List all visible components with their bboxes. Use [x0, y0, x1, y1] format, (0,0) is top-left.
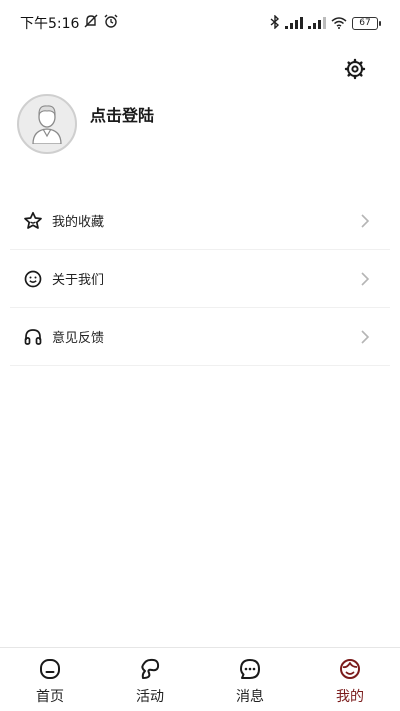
bottom-tab-bar: 首页 活动 消息 我的 — [0, 647, 400, 711]
tab-messages[interactable]: 消息 — [200, 648, 300, 711]
status-time: 下午5:16 — [20, 16, 80, 32]
status-left: 下午5:16 — [20, 13, 119, 33]
tab-label: 消息 — [236, 689, 264, 705]
wifi-icon — [331, 14, 347, 33]
settings-button[interactable] — [343, 58, 367, 84]
tab-profile[interactable]: 我的 — [300, 648, 400, 711]
home-icon — [38, 657, 62, 681]
alarm-icon — [103, 13, 119, 33]
login-prompt[interactable]: 点击登陆 — [90, 102, 154, 126]
mute-icon — [83, 13, 99, 33]
signal-icon-2 — [308, 14, 326, 33]
menu-item-label: 我的收藏 — [52, 215, 105, 230]
message-icon — [238, 657, 262, 681]
gear-icon — [344, 58, 366, 84]
headphones-icon — [22, 326, 44, 348]
menu-item-favorites[interactable]: 我的收藏 — [10, 192, 390, 250]
tab-activity[interactable]: 活动 — [100, 648, 200, 711]
menu-item-label: 意见反馈 — [52, 331, 105, 346]
menu-item-feedback[interactable]: 意见反馈 — [10, 308, 390, 366]
tab-label: 首页 — [36, 689, 64, 705]
avatar[interactable] — [17, 94, 77, 154]
tab-home[interactable]: 首页 — [0, 648, 100, 711]
star-icon — [22, 210, 44, 232]
chevron-right-icon — [358, 271, 372, 287]
profile-icon — [338, 657, 362, 681]
activity-icon — [138, 657, 162, 681]
smiley-icon — [22, 268, 44, 290]
status-right: 67 — [270, 14, 381, 33]
chevron-right-icon — [358, 329, 372, 345]
menu-item-about[interactable]: 关于我们 — [10, 250, 390, 308]
user-avatar-icon — [27, 100, 67, 148]
tab-label: 活动 — [136, 689, 164, 705]
settings-menu: 我的收藏 关于我们 意见反馈 — [10, 192, 390, 366]
menu-item-label: 关于我们 — [52, 273, 105, 288]
battery-icon: 67 — [352, 17, 381, 30]
bluetooth-icon — [270, 14, 280, 33]
status-bar: 下午5:16 67 — [0, 0, 400, 44]
chevron-right-icon — [358, 213, 372, 229]
tab-label: 我的 — [336, 689, 364, 705]
signal-icon — [285, 14, 303, 33]
